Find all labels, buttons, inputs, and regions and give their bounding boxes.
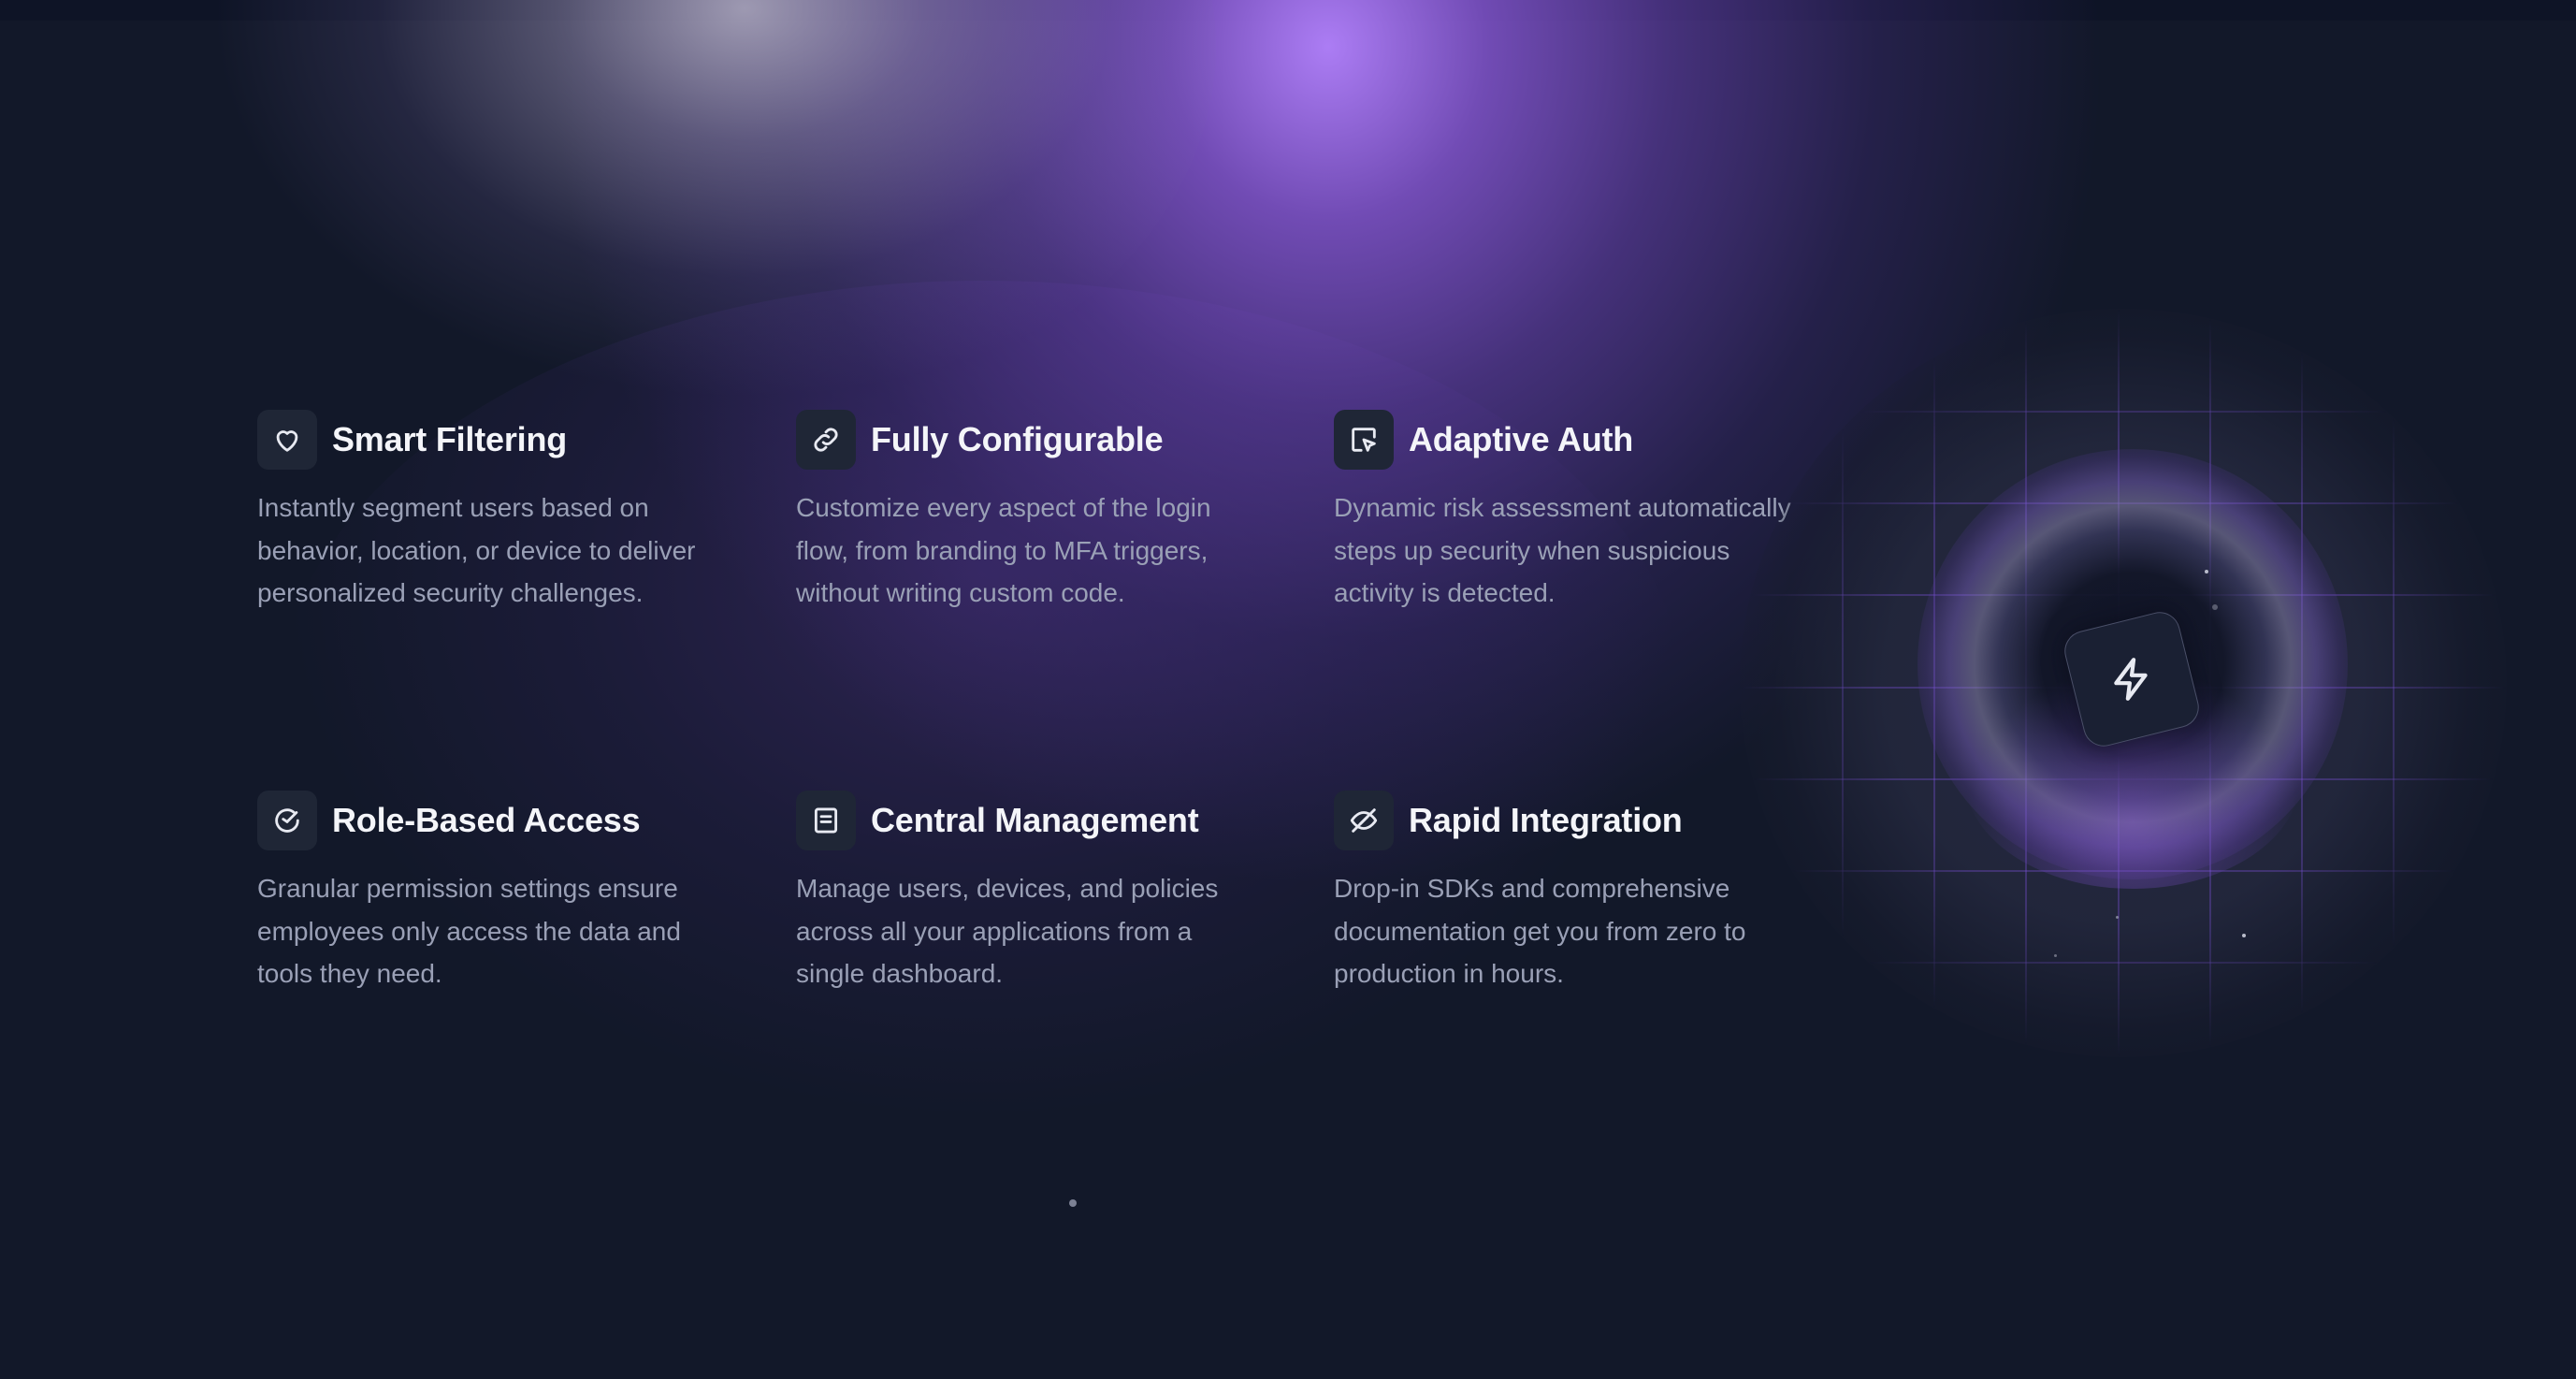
feature-description: Customize every aspect of the login flow…: [796, 493, 1211, 607]
feature-header: Smart Filtering: [257, 410, 744, 470]
feature-description: Granular permission settings ensure empl…: [257, 874, 681, 988]
spark-dot: [2054, 954, 2057, 957]
spark-dot: [2242, 934, 2246, 937]
feature-header: Fully Configurable: [796, 410, 1282, 470]
eye-off-icon: [1334, 791, 1394, 850]
gauge-check-icon: [257, 791, 317, 850]
feature-fully-configurable: Fully Configurable Customize every aspec…: [796, 410, 1282, 615]
feature-header: Central Management: [796, 791, 1282, 850]
feature-title: Adaptive Auth: [1409, 420, 1634, 458]
background-glow-white: [168, 0, 1216, 430]
feature-title: Smart Filtering: [332, 420, 568, 458]
document-list-icon: [796, 791, 856, 850]
heart-icon: [257, 410, 317, 470]
cursor-select-icon: [1334, 410, 1394, 470]
feature-role-based-access: Role-Based Access Granular permission se…: [257, 791, 744, 995]
feature-title: Fully Configurable: [871, 420, 1164, 458]
pagination-dot[interactable]: [1069, 1199, 1077, 1207]
link-icon: [796, 410, 856, 470]
feature-description: Instantly segment users based on behavio…: [257, 493, 696, 607]
feature-smart-filtering: Smart Filtering Instantly segment users …: [257, 410, 744, 615]
spark-dot: [2116, 916, 2119, 919]
feature-description: Manage users, devices, and policies acro…: [796, 874, 1219, 988]
spark-dot: [2212, 604, 2218, 610]
feature-title: Central Management: [871, 801, 1199, 839]
top-strip: [0, 0, 2576, 21]
features-section: Smart Filtering Instantly segment users …: [0, 0, 2576, 1379]
hero-orb-visual: [1740, 309, 2507, 1057]
feature-description: Dynamic risk assessment automatically st…: [1334, 493, 1791, 607]
feature-header: Role-Based Access: [257, 791, 744, 850]
spark-dot: [2205, 570, 2208, 573]
feature-title: Rapid Integration: [1409, 801, 1683, 839]
feature-central-management: Central Management Manage users, devices…: [796, 791, 1282, 995]
feature-description: Drop-in SDKs and comprehensive documenta…: [1334, 874, 1746, 988]
background-glow-lower: [281, 281, 1684, 1123]
feature-title: Role-Based Access: [332, 801, 641, 839]
